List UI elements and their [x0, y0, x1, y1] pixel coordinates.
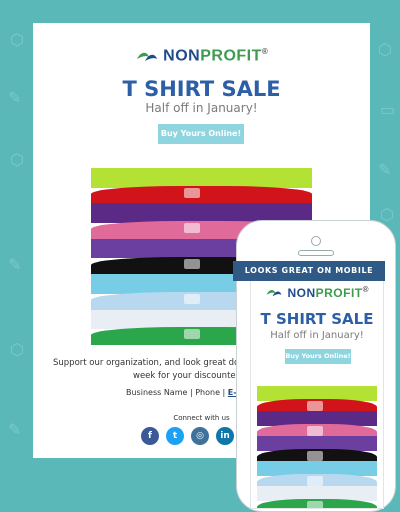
- brand-name-part2: PROFIT: [315, 286, 363, 301]
- tshirt-collar: [183, 223, 200, 234]
- instagram-glyph: ◎: [196, 431, 204, 441]
- tshirt-collar: [183, 258, 200, 269]
- background-doodle-icon: ⬡: [378, 40, 392, 59]
- background-doodle-icon: ✎: [8, 255, 22, 274]
- tshirt-collar: [307, 400, 324, 411]
- tshirt-collar: [183, 187, 200, 198]
- mobile-email-subtitle: Half off in January!: [270, 330, 364, 341]
- brand-name-part2: PROFIT: [200, 47, 262, 65]
- tshirt-collar: [307, 425, 324, 436]
- registered-mark: ®: [362, 285, 370, 295]
- email-preview-mobile: NONPROFIT® T SHIRT SALE Half off in Janu…: [250, 267, 384, 509]
- linkedin-icon[interactable]: in: [216, 427, 234, 445]
- mobile-brand-logo: NONPROFIT®: [251, 284, 383, 302]
- registered-mark: ®: [261, 47, 269, 56]
- phone-text: Phone: [195, 388, 220, 397]
- twitter-icon[interactable]: t: [166, 427, 184, 445]
- phone-speaker: [298, 250, 334, 256]
- brand-name-part1: NON: [287, 286, 316, 301]
- tshirt-collar: [183, 329, 200, 340]
- footer-separator: |: [222, 388, 226, 397]
- twitter-glyph: t: [172, 431, 178, 441]
- background-doodle-icon: ▭: [380, 100, 396, 119]
- leaf-logo-icon: [136, 52, 157, 62]
- facebook-glyph: f: [148, 431, 152, 441]
- background-doodle-icon: ⬡: [380, 205, 394, 224]
- background-doodle-icon: ✎: [8, 420, 22, 439]
- email-title: T SHIRT SALE: [122, 77, 281, 101]
- background-doodle-icon: ✎: [8, 88, 22, 107]
- mobile-tshirt-stack-image: [257, 386, 377, 508]
- email-subtitle: Half off in January!: [145, 101, 258, 115]
- background-doodle-icon: ✎: [378, 160, 392, 179]
- background-doodle-icon: ⬡: [10, 30, 24, 49]
- business-name: Business Name: [126, 388, 188, 397]
- brand-logo: NONPROFIT®: [33, 47, 370, 65]
- footer-separator: |: [189, 388, 193, 397]
- tshirt-collar: [307, 500, 324, 508]
- mobile-buy-online-button[interactable]: Buy Yours Online!: [285, 349, 351, 364]
- tshirt-collar: [183, 293, 200, 304]
- tshirt-collar: [307, 450, 324, 461]
- linkedin-glyph: in: [220, 431, 230, 441]
- background-doodle-icon: ⬡: [10, 150, 24, 169]
- tshirt-collar: [307, 475, 324, 486]
- facebook-icon[interactable]: f: [141, 427, 159, 445]
- mobile-email-title: T SHIRT SALE: [260, 310, 374, 328]
- leaf-logo-icon: [266, 290, 282, 297]
- brand-name-part1: NON: [163, 47, 201, 65]
- phone-camera: [311, 236, 321, 246]
- background-doodle-icon: ⬡: [10, 340, 24, 359]
- buy-online-button[interactable]: Buy Yours Online!: [158, 124, 244, 144]
- tshirt-band: [91, 168, 312, 188]
- looks-great-on-mobile-banner: LOOKS GREAT ON MOBILE: [233, 261, 385, 281]
- instagram-icon[interactable]: ◎: [191, 427, 209, 445]
